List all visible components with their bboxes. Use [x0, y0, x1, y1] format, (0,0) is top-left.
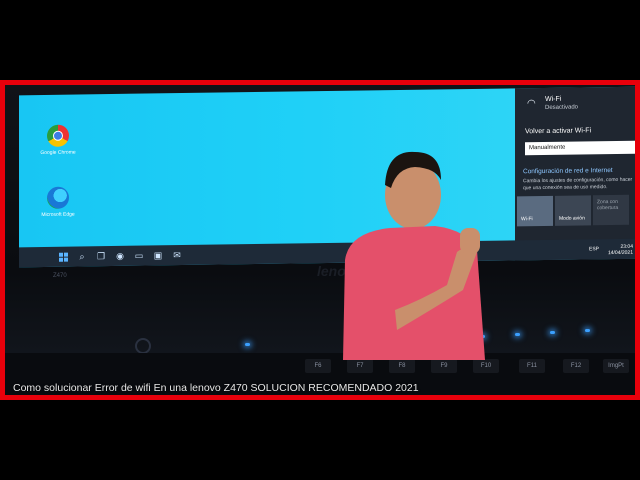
- function-key: F11: [519, 359, 545, 373]
- laptop-screen: Google Chrome Microsoft Edge ◠ Wi-Fi Des…: [19, 86, 635, 268]
- clock-date: 14/04/2021: [607, 249, 633, 257]
- airplane-mode-toggle[interactable]: Modo avión: [555, 195, 591, 226]
- reactivate-dropdown[interactable]: Manualmente: [525, 140, 635, 156]
- desktop-icon-chrome[interactable]: Google Chrome: [33, 124, 83, 156]
- mail-icon[interactable]: ✉: [172, 250, 182, 260]
- edge-icon: [47, 186, 69, 209]
- function-key: ImgPt: [603, 359, 629, 373]
- status-led: [245, 343, 250, 346]
- power-button: [135, 338, 151, 354]
- function-key: F10: [473, 359, 499, 373]
- chrome-icon: [47, 124, 69, 147]
- network-settings-description: Cambia los ajustes de configuración, com…: [523, 176, 633, 192]
- desktop-icon-label: Google Chrome: [40, 149, 76, 157]
- video-frame: Google Chrome Microsoft Edge ◠ Wi-Fi Des…: [0, 80, 640, 400]
- function-key: F7: [347, 359, 373, 373]
- status-led: [585, 329, 590, 332]
- wifi-title: Wi-Fi: [545, 95, 562, 103]
- network-flyout: ◠ Wi-Fi Desactivado Volver a activar Wi-…: [515, 86, 635, 261]
- wifi-toggle[interactable]: Wi-Fi: [517, 195, 553, 227]
- function-key: F12: [563, 359, 589, 373]
- store-icon[interactable]: ▣: [153, 250, 163, 260]
- search-icon[interactable]: ⌕: [77, 251, 87, 261]
- wifi-status: Desactivado: [545, 104, 579, 111]
- desktop-icon-label: Microsoft Edge: [41, 211, 75, 219]
- video-caption: Como solucionar Error de wifi En una len…: [13, 382, 419, 394]
- file-explorer-icon[interactable]: ▭: [134, 251, 144, 261]
- status-led: [515, 333, 520, 336]
- hotspot-toggle[interactable]: Zona con cobertura: [593, 194, 629, 226]
- presenter: [343, 151, 485, 360]
- laptop-model: Z470: [53, 273, 67, 279]
- input-language[interactable]: ESP: [589, 246, 599, 252]
- function-key: F9: [431, 359, 457, 373]
- desktop-icon-edge[interactable]: Microsoft Edge: [33, 186, 83, 218]
- status-led: [550, 331, 555, 334]
- function-key: F6: [305, 359, 331, 373]
- reactivate-label: Volver a activar Wi-Fi: [525, 127, 592, 136]
- network-settings-link[interactable]: Configuración de red e Internet: [523, 167, 613, 175]
- edge-taskbar-icon[interactable]: ◉: [115, 251, 125, 261]
- wifi-icon: ◠: [527, 98, 536, 110]
- presenter-hand: [460, 228, 480, 254]
- laptop-photo: Google Chrome Microsoft Edge ◠ Wi-Fi Des…: [5, 85, 635, 395]
- taskbar-clock[interactable]: ESP 23:04 14/04/2021: [589, 244, 633, 257]
- task-view-icon[interactable]: ❐: [96, 251, 106, 261]
- start-button[interactable]: [59, 252, 68, 262]
- function-key: F8: [389, 359, 415, 373]
